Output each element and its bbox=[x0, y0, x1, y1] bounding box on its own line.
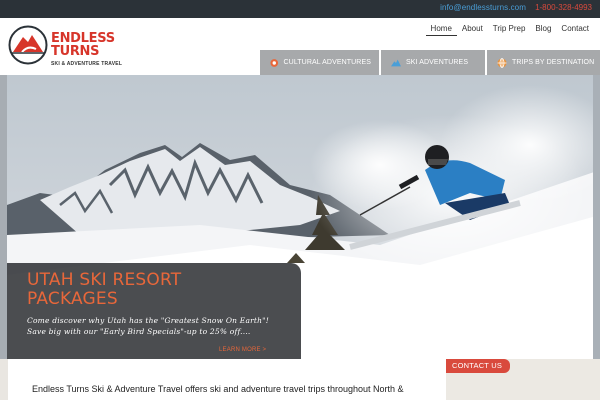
nav-trip-prep[interactable]: Trip Prep bbox=[488, 22, 531, 36]
hero-right-edge bbox=[593, 75, 600, 359]
mountain-icon bbox=[391, 59, 401, 66]
nav-ski-adventures-label: SKI ADVENTURES bbox=[406, 59, 469, 66]
top-contact-bar: info@endlessturns.com 1-800-328-4993 bbox=[0, 0, 600, 18]
hero-title: UTAH SKI RESORT PACKAGES bbox=[27, 270, 182, 309]
globe-icon bbox=[497, 57, 507, 68]
phone-link[interactable]: 1-800-328-4993 bbox=[535, 3, 592, 12]
content-area: Endless Turns Ski & Adventure Travel off… bbox=[0, 359, 600, 400]
contact-us-tab[interactable]: CONTACT US bbox=[446, 359, 510, 373]
nav-trips-by-destination[interactable]: TRIPS BY DESTINATION bbox=[487, 50, 600, 75]
nav-cultural-adventures[interactable]: CULTURAL ADVENTURES bbox=[260, 50, 379, 75]
nav-ski-adventures[interactable]: SKI ADVENTURES bbox=[381, 50, 485, 75]
hero-caption-box: UTAH SKI RESORT PACKAGES Come discover w… bbox=[7, 263, 301, 359]
hero-left-edge bbox=[0, 75, 7, 359]
nav-contact[interactable]: Contact bbox=[556, 22, 594, 36]
learn-more-link[interactable]: LEARN MORE > bbox=[219, 347, 266, 353]
site-header: ENDLESS TURNS SKI & ADVENTURE TRAVEL Hom… bbox=[0, 18, 600, 75]
nav-trips-by-destination-label: TRIPS BY DESTINATION bbox=[512, 59, 595, 66]
nav-about[interactable]: About bbox=[457, 22, 488, 36]
sun-icon bbox=[270, 58, 279, 67]
logo-tagline: SKI & ADVENTURE TRAVEL bbox=[51, 61, 123, 67]
intro-paragraph: Endless Turns Ski & Adventure Travel off… bbox=[32, 384, 404, 394]
main-navigation: CULTURAL ADVENTURES SKI ADVENTURES TRIPS… bbox=[260, 50, 600, 75]
logo-mark-icon bbox=[8, 25, 48, 65]
site-logo[interactable]: ENDLESS TURNS SKI & ADVENTURE TRAVEL bbox=[8, 25, 128, 67]
top-navigation: Home About Trip Prep Blog Contact bbox=[425, 22, 594, 36]
hero-description: Come discover why Utah has the "Greatest… bbox=[27, 316, 270, 336]
email-link[interactable]: info@endlessturns.com bbox=[440, 3, 526, 12]
logo-word-turns: TURNS bbox=[51, 44, 100, 59]
hero-slider[interactable]: UTAH SKI RESORT PACKAGES Come discover w… bbox=[0, 75, 600, 359]
nav-home[interactable]: Home bbox=[425, 22, 457, 36]
nav-cultural-adventures-label: CULTURAL ADVENTURES bbox=[283, 59, 371, 66]
nav-blog[interactable]: Blog bbox=[530, 22, 556, 36]
